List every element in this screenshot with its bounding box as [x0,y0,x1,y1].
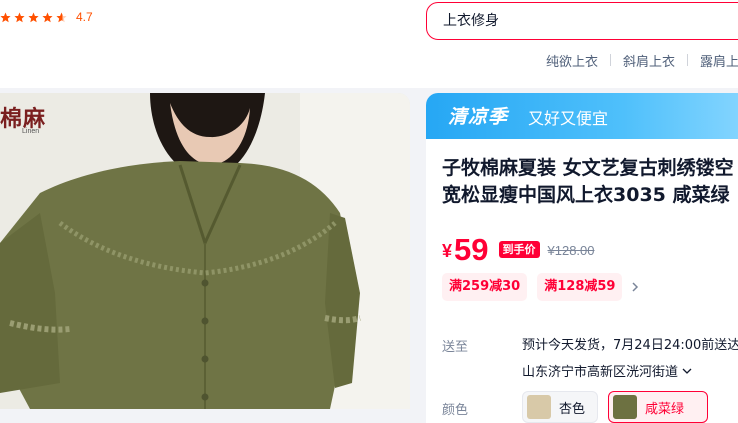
star-icon [28,12,39,23]
color-thumbnail [527,395,551,419]
chevron-right-icon[interactable] [630,282,640,292]
product-title: 子牧棉麻夏装 女文艺复古刺绣镂空 宽松显瘦中国风上衣3035 咸菜绿 [442,155,738,209]
star-icon [42,12,53,23]
coupon-badge[interactable]: 满259减30 [442,273,528,301]
product-info-panel: 清凉季 又好又便宜 子牧棉麻夏装 女文艺复古刺绣镂空 宽松显瘦中国风上衣3035… [426,93,738,423]
product-main-image[interactable]: 棉麻 Linen [0,93,410,409]
rating-stars: 4.7 [0,8,93,26]
rating-value: 4.7 [76,10,93,24]
coupon-badge[interactable]: 满128减59 [537,273,623,301]
half-star-icon [56,12,67,23]
product-title-line: 子牧棉麻夏装 女文艺复古刺绣镂空 [442,157,734,179]
shipping-info: 预计今天发货，7月24日24:00前送达 [522,338,738,353]
search-box[interactable] [426,2,738,40]
original-price: ¥128.00 [547,243,595,258]
currency-symbol: ¥ [442,241,453,261]
color-option-label: 咸菜绿 [645,401,685,417]
promo-text: 又好又便宜 [528,109,609,128]
hot-word-link[interactable]: 纯欲上衣 [546,51,598,70]
final-price: 59 [454,232,489,267]
shipping-label: 送至 [442,340,469,355]
top-bar: 4.7 纯欲上衣 斜肩上衣 露肩上衣 [0,0,738,88]
price-row: ¥ 59 到手价 ¥128.00 [442,230,595,266]
color-option-label: 杏色 [559,401,586,417]
product-photo [0,93,410,409]
price-tag-badge: 到手价 [498,241,540,258]
shipping-address: 山东济宁市高新区洸河街道 [522,365,679,380]
shipping-address-selector[interactable]: 山东济宁市高新区洸河街道 [522,361,692,380]
chevron-down-icon [682,366,692,376]
hot-search-words: 纯欲上衣 斜肩上衣 露肩上衣 [546,51,738,70]
hot-word-link[interactable]: 露肩上衣 [700,51,738,70]
star-icon [14,12,25,23]
divider [687,54,689,66]
promo-banner[interactable]: 清凉季 又好又便宜 [426,93,738,139]
star-icon [0,12,11,23]
coupon-list: 满259减30 满128减59 [442,273,640,301]
divider [610,54,612,66]
color-option[interactable]: 杏色 [522,391,598,423]
product-title-line: 宽松显瘦中国风上衣3035 咸菜绿 [442,184,730,206]
brand-watermark: 棉麻 Linen [0,101,46,135]
search-input[interactable] [443,3,733,38]
hot-word-link[interactable]: 斜肩上衣 [623,51,675,70]
brand-logo-sub: Linen [22,128,40,135]
color-thumbnail [613,395,637,419]
promo-logo: 清凉季 [448,106,509,128]
color-option-selected[interactable]: 咸菜绿 [608,391,708,423]
